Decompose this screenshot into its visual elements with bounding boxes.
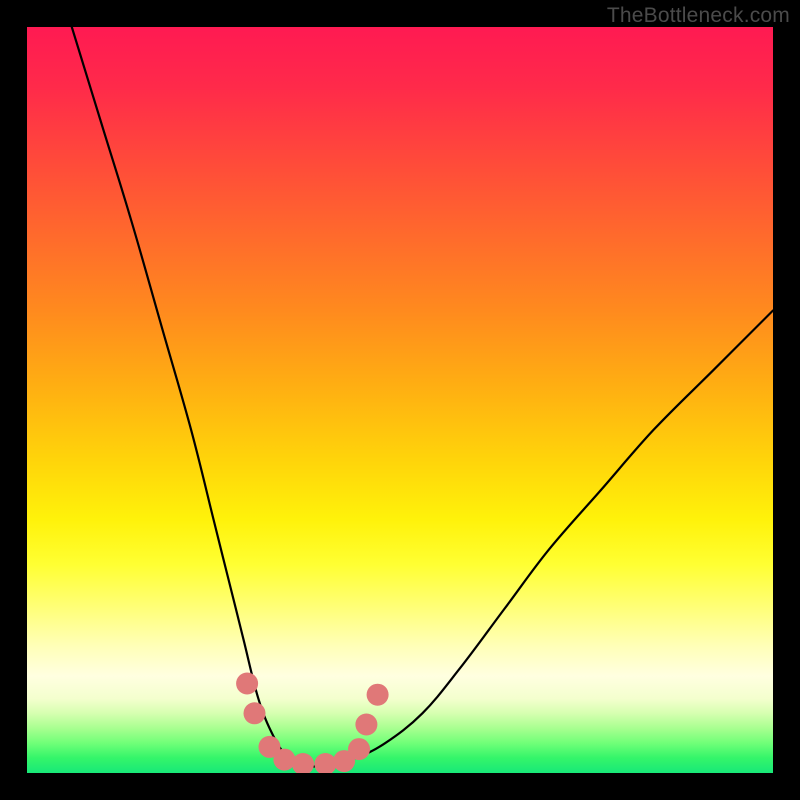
plot-area (27, 27, 773, 773)
highlight-dot (355, 714, 377, 736)
bottleneck-curve (72, 27, 773, 767)
curve-layer (27, 27, 773, 773)
highlight-dot (236, 673, 258, 695)
watermark-text: TheBottleneck.com (607, 4, 790, 28)
highlight-dot (244, 702, 266, 724)
highlight-dot (273, 749, 295, 771)
highlight-dot (367, 684, 389, 706)
highlight-dot (292, 753, 314, 773)
outer-frame: TheBottleneck.com (0, 0, 800, 800)
highlight-dot (348, 738, 370, 760)
highlight-dots (236, 673, 389, 774)
highlight-dot (314, 753, 336, 773)
